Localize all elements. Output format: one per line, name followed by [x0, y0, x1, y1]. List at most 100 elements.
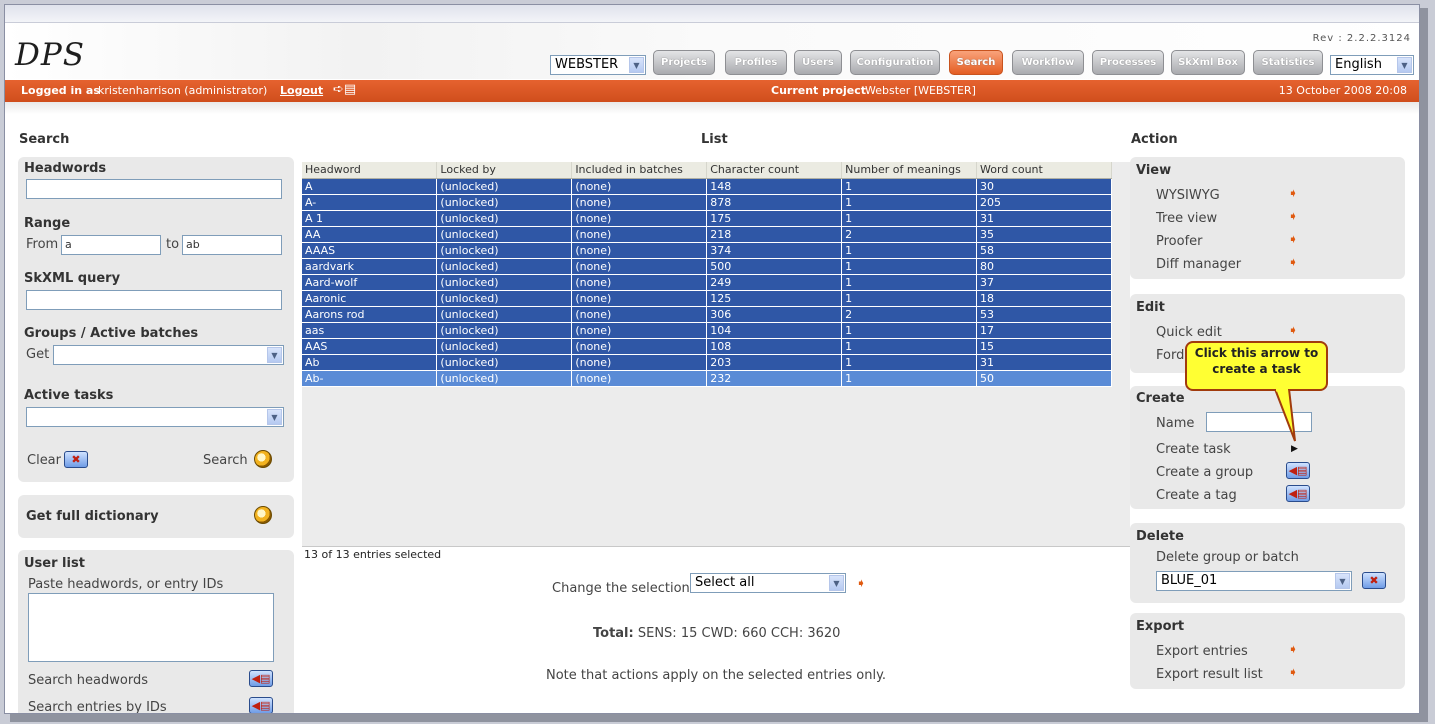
change-selection-select[interactable]: Select all ▼ — [690, 573, 846, 593]
view-proofer: Proofer — [1156, 234, 1203, 249]
col-word-count[interactable]: Word count — [976, 162, 1112, 179]
table-cell: (unlocked) — [436, 178, 573, 195]
separator — [5, 102, 1419, 114]
table-row[interactable]: aardvark (unlocked) (none) 500 1 80 — [302, 258, 1112, 275]
nav-processes[interactable]: Processes — [1092, 50, 1164, 75]
table-cell: 30 — [976, 178, 1112, 195]
skxml-input[interactable] — [26, 290, 282, 310]
table-cell: 37 — [976, 274, 1112, 291]
table-cell: 175 — [706, 210, 843, 227]
col-locked-by[interactable]: Locked by — [436, 162, 573, 179]
table-row[interactable]: Ab (unlocked) (none) 203 1 31 — [302, 354, 1112, 371]
results-table: Headword Locked by Included in batches C… — [302, 162, 1112, 387]
table-cell: 53 — [976, 306, 1112, 323]
wysiwyg-arrow-icon[interactable]: ➧ — [1288, 187, 1300, 199]
logout-link[interactable]: Logout — [280, 80, 323, 102]
nav-configuration[interactable]: Configuration — [850, 50, 940, 75]
table-cell: Aard-wolf — [302, 274, 438, 291]
table-cell: (unlocked) — [436, 354, 573, 371]
search-headwords-label: Search headwords — [28, 673, 148, 688]
table-row[interactable]: Aard-wolf (unlocked) (none) 249 1 37 — [302, 274, 1112, 291]
table-cell: (none) — [571, 194, 708, 211]
switch-user-icon[interactable]: ➪▤ — [333, 79, 356, 101]
table-cell: 1 — [841, 178, 978, 195]
table-cell: A — [302, 178, 438, 195]
table-cell: (none) — [571, 258, 708, 275]
actions-note: Note that actions apply on the selected … — [546, 668, 887, 683]
search-headwords-icon[interactable]: ◀▤ — [249, 670, 273, 687]
col-headword[interactable]: Headword — [302, 162, 438, 179]
revision-label: Rev : 2.2.2.3124 — [1312, 33, 1411, 44]
table-row[interactable]: Aarons rod (unlocked) (none) 306 2 53 — [302, 306, 1112, 323]
export-title: Export — [1136, 619, 1185, 634]
table-cell: 80 — [976, 258, 1112, 275]
table-cell: (unlocked) — [436, 338, 573, 355]
change-selection-label: Change the selection — [552, 581, 690, 596]
nav-search[interactable]: Search — [949, 50, 1003, 75]
table-cell: (unlocked) — [436, 194, 573, 211]
create-group-icon[interactable]: ◀▤ — [1286, 462, 1310, 479]
table-row[interactable]: AAS (unlocked) (none) 108 1 15 — [302, 338, 1112, 355]
nav-skxml-box[interactable]: SkXml Box — [1171, 50, 1245, 75]
groups-select[interactable]: ▼ — [53, 345, 284, 365]
logged-in-label: Logged in as — [21, 84, 100, 97]
table-row[interactable]: AA (unlocked) (none) 218 2 35 — [302, 226, 1112, 243]
edit-full: Ford — [1156, 348, 1185, 363]
headwords-input[interactable] — [26, 179, 282, 199]
active-tasks-select[interactable]: ▼ — [26, 407, 284, 427]
nav-workflow[interactable]: Workflow — [1012, 50, 1084, 75]
col-meanings[interactable]: Number of meanings — [841, 162, 978, 179]
current-project-label: Current project — [771, 84, 866, 97]
user-list-textarea[interactable] — [28, 593, 274, 662]
table-row[interactable]: A (unlocked) (none) 148 1 30 — [302, 178, 1112, 195]
table-cell: A- — [302, 194, 438, 211]
create-tag-icon[interactable]: ◀▤ — [1286, 485, 1310, 502]
table-cell: (none) — [571, 370, 708, 387]
table-row[interactable]: A 1 (unlocked) (none) 175 1 31 — [302, 210, 1112, 227]
range-to-input[interactable]: ab — [182, 235, 282, 255]
range-from-input[interactable]: a — [61, 235, 161, 255]
table-cell: 1 — [841, 210, 978, 227]
table-cell: (none) — [571, 210, 708, 227]
export-entries-arrow-icon[interactable]: ➧ — [1288, 643, 1300, 655]
quick-edit-arrow-icon[interactable]: ➧ — [1288, 324, 1300, 336]
delete-select[interactable]: BLUE_01 ▼ — [1156, 571, 1352, 591]
table-cell: 1 — [841, 354, 978, 371]
proofer-arrow-icon[interactable]: ➧ — [1288, 233, 1300, 245]
apply-selection-arrow-icon[interactable]: ➧ — [856, 577, 868, 589]
table-cell: A 1 — [302, 210, 438, 227]
title-strip — [5, 5, 1419, 23]
export-result-list-arrow-icon[interactable]: ➧ — [1288, 666, 1300, 678]
table-row[interactable]: aas (unlocked) (none) 104 1 17 — [302, 322, 1112, 339]
search-ids-icon[interactable]: ◀▤ — [249, 697, 273, 713]
table-row[interactable]: Aaronic (unlocked) (none) 125 1 18 — [302, 290, 1112, 307]
export-result-list: Export result list — [1156, 667, 1263, 682]
tree-view-arrow-icon[interactable]: ➧ — [1288, 210, 1300, 222]
table-cell: 2 — [841, 306, 978, 323]
nav-profiles[interactable]: Profiles — [725, 50, 787, 75]
app-window: DPS Rev : 2.2.2.3124 WEBSTER ▼ Projects … — [4, 4, 1420, 714]
full-dictionary-magnifier-icon[interactable] — [254, 506, 272, 524]
delete-icon[interactable]: ✖ — [1362, 572, 1386, 589]
col-character-count[interactable]: Character count — [706, 162, 843, 179]
project-select[interactable]: WEBSTER ▼ — [550, 55, 646, 75]
table-row[interactable]: Ab- (unlocked) (none) 232 1 50 — [302, 370, 1112, 387]
language-select[interactable]: English ▼ — [1330, 55, 1414, 75]
search-magnifier-icon[interactable] — [254, 450, 272, 468]
nav-users[interactable]: Users — [794, 50, 842, 75]
table-cell: (unlocked) — [436, 290, 573, 307]
search-title: Search — [19, 132, 70, 147]
nav-statistics[interactable]: Statistics — [1253, 50, 1323, 75]
table-cell: 125 — [706, 290, 843, 307]
table-cell: (none) — [571, 354, 708, 371]
table-row[interactable]: A- (unlocked) (none) 878 1 205 — [302, 194, 1112, 211]
nav-projects[interactable]: Projects — [653, 50, 715, 75]
diff-manager-arrow-icon[interactable]: ➧ — [1288, 256, 1300, 268]
col-batches[interactable]: Included in batches — [571, 162, 708, 179]
table-cell: 1 — [841, 258, 978, 275]
table-header-row: Headword Locked by Included in batches C… — [302, 162, 1112, 179]
table-cell: 50 — [976, 370, 1112, 387]
clear-icon[interactable]: ✖ — [64, 451, 88, 468]
table-cell: 108 — [706, 338, 843, 355]
table-row[interactable]: AAAS (unlocked) (none) 374 1 58 — [302, 242, 1112, 259]
